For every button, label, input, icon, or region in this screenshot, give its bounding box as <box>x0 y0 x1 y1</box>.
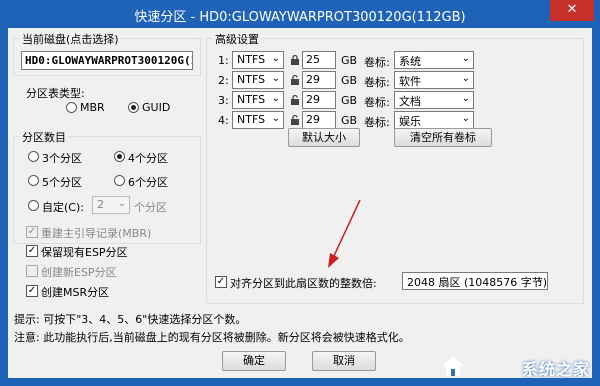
filesystem-value: NTFS <box>237 93 266 106</box>
filesystem-value: NTFS <box>237 73 266 86</box>
volume-label-caption: 卷标: <box>364 96 390 109</box>
custom-count-radio[interactable] <box>28 200 39 211</box>
three-partitions-radio[interactable] <box>28 151 39 162</box>
align-partitions-checkbox[interactable]: ✓ <box>215 276 227 288</box>
filesystem-value: NTFS <box>237 113 266 126</box>
partition-row-index: 1: <box>218 54 229 67</box>
partition-type-label: 分区表类型: <box>26 87 85 100</box>
title-bar[interactable]: 快速分区 - HD0:GLOWAYWARPROT300120G(112GB) ✕ <box>0 0 600 28</box>
dialog-window: 快速分区 - HD0:GLOWAYWARPROT300120G(112GB) ✕… <box>0 0 600 386</box>
create-esp-label[interactable]: 创建新ESP分区 <box>41 264 117 280</box>
chevron-down-icon: ⌄ <box>271 73 280 84</box>
size-unit-label: GB <box>341 74 358 87</box>
filesystem-select[interactable]: NTFS ⌄ <box>232 91 284 109</box>
ok-button[interactable]: 确定 <box>222 351 286 371</box>
filesystem-select[interactable]: NTFS ⌄ <box>232 51 284 69</box>
close-button[interactable]: ✕ <box>550 0 594 21</box>
sector-alignment-select[interactable]: 2048 扇区 (1048576 字节) ⌄ <box>402 272 548 290</box>
keep-esp-checkbox[interactable]: ✓ <box>26 245 38 257</box>
six-partitions-radio[interactable] <box>114 175 125 186</box>
partition-size-input[interactable]: 29 <box>302 91 336 109</box>
lock-open-icon[interactable] <box>290 95 300 105</box>
three-partitions-label[interactable]: 3个分区 <box>42 150 82 166</box>
warning-text: 注意: 此功能执行后,当前磁盘上的现有分区将被删除。新分区将会被快速格式化。 <box>14 331 410 344</box>
watermark-logo: 系统之家 <box>440 352 590 380</box>
lock-open-icon[interactable] <box>290 115 300 125</box>
volume-label-select[interactable]: 娱乐 ⌄ <box>394 111 474 129</box>
mbr-radio-label[interactable]: MBR <box>80 101 105 114</box>
volume-label-select[interactable]: 软件 ⌄ <box>394 71 474 89</box>
tip-text: 提示: 可按下"3、4、5、6"快速选择分区个数。 <box>14 313 247 326</box>
create-esp-checkbox[interactable] <box>26 265 38 277</box>
volume-label-select[interactable]: 文档 ⌄ <box>394 91 474 109</box>
current-disk-label: 当前磁盘(点击选择) <box>20 31 121 47</box>
partition-count-label: 分区数目 <box>20 129 68 145</box>
rebuild-mbr-checkbox[interactable]: ✓ <box>26 226 38 238</box>
chevron-down-icon: ⌄ <box>461 73 470 84</box>
partition-row-index: 3: <box>218 94 229 107</box>
annotation-arrow <box>328 199 361 268</box>
chevron-down-icon: ⌄ <box>461 113 470 124</box>
create-msr-checkbox[interactable]: ✓ <box>26 285 38 297</box>
lock-icon[interactable] <box>290 55 300 65</box>
six-partitions-label[interactable]: 6个分区 <box>128 174 168 190</box>
filesystem-value: NTFS <box>237 53 266 66</box>
size-unit-label: GB <box>341 54 358 67</box>
house-icon <box>442 356 464 376</box>
guid-radio-label[interactable]: GUID <box>142 101 170 114</box>
cancel-button[interactable]: 取消 <box>312 351 376 371</box>
volume-label-value: 娱乐 <box>399 115 421 128</box>
four-partitions-label[interactable]: 4个分区 <box>128 150 168 166</box>
size-unit-label: GB <box>341 94 358 107</box>
partition-size-input[interactable]: 29 <box>302 71 336 89</box>
size-unit-label: GB <box>341 114 358 127</box>
custom-count-label[interactable]: 自定(C): <box>42 199 84 215</box>
custom-count-select[interactable]: 2 ⌄ <box>92 196 130 214</box>
custom-count-value: 2 <box>97 198 104 211</box>
advanced-settings-label: 高级设置 <box>213 31 261 47</box>
keep-esp-label[interactable]: 保留现有ESP分区 <box>41 244 128 260</box>
lock-open-icon[interactable] <box>290 75 300 85</box>
current-disk-field[interactable]: HD0:GLOWAYWARPROT300120G(11 <box>21 51 193 70</box>
chevron-down-icon: ⌄ <box>271 93 280 104</box>
chevron-down-icon: ⌄ <box>461 53 470 64</box>
volume-label-select[interactable]: 系统 ⌄ <box>394 51 474 69</box>
chevron-down-icon: ⌄ <box>117 198 126 209</box>
chevron-down-icon: ⌄ <box>535 274 544 285</box>
chevron-down-icon: ⌄ <box>271 113 280 124</box>
volume-label-caption: 卷标: <box>364 76 390 89</box>
custom-count-suffix: 个分区 <box>134 201 167 214</box>
rebuild-mbr-label[interactable]: 重建主引导记录(MBR) <box>41 225 151 241</box>
guid-radio[interactable] <box>128 102 139 113</box>
sector-alignment-value: 2048 扇区 (1048576 字节) <box>407 276 548 289</box>
watermark-text: 系统之家 <box>521 360 590 379</box>
volume-label-value: 软件 <box>399 75 421 88</box>
chevron-down-icon: ⌄ <box>461 93 470 104</box>
filesystem-select[interactable]: NTFS ⌄ <box>232 111 284 129</box>
partition-row-index: 4: <box>218 114 229 127</box>
five-partitions-radio[interactable] <box>28 175 39 186</box>
clear-volume-labels-button[interactable]: 清空所有卷标 <box>394 128 492 147</box>
align-partitions-label[interactable]: 对齐分区到此扇区数的整数倍: <box>230 275 377 291</box>
mbr-radio[interactable] <box>66 102 77 113</box>
five-partitions-label[interactable]: 5个分区 <box>42 174 82 190</box>
chevron-down-icon: ⌄ <box>271 53 280 64</box>
volume-label-value: 系统 <box>399 55 421 68</box>
partition-row-index: 2: <box>218 74 229 87</box>
filesystem-select[interactable]: NTFS ⌄ <box>232 71 284 89</box>
window-title: 快速分区 - HD0:GLOWAYWARPROT300120G(112GB) <box>134 10 466 25</box>
partition-size-input[interactable]: 29 <box>302 111 336 129</box>
dialog-body: 当前磁盘(点击选择) HD0:GLOWAYWARPROT300120G(11 分… <box>8 28 592 378</box>
volume-label-value: 文档 <box>399 95 421 108</box>
create-msr-label[interactable]: 创建MSR分区 <box>41 284 109 300</box>
four-partitions-radio[interactable] <box>114 151 125 162</box>
volume-label-caption: 卷标: <box>364 56 390 69</box>
volume-label-caption: 卷标: <box>364 116 390 129</box>
partition-size-input[interactable]: 25 <box>302 51 336 69</box>
default-size-button[interactable]: 默认大小 <box>288 128 360 147</box>
